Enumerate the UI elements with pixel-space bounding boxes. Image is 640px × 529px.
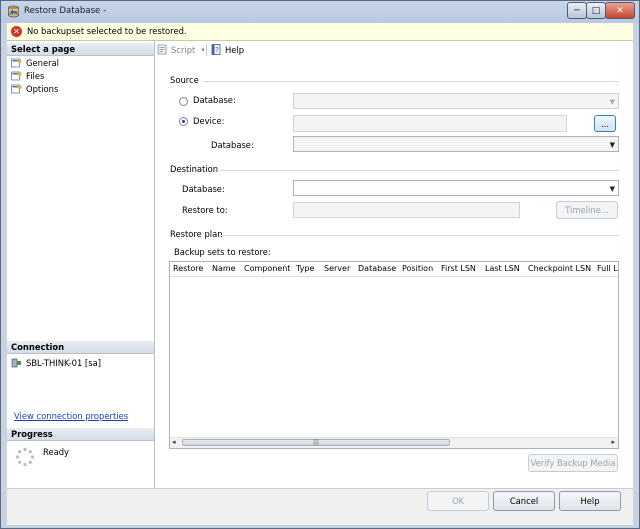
select-page-header: Select a page xyxy=(7,43,154,56)
column-header[interactable]: Full LS xyxy=(597,264,618,273)
database-radio-label: Database: xyxy=(193,95,236,105)
page-icon xyxy=(11,58,22,68)
left-pane: Select a page General Files Options Conn… xyxy=(7,41,155,488)
help-button[interactable]: Help xyxy=(559,491,621,511)
minimize-button[interactable]: ─ xyxy=(567,2,587,19)
device-database-select[interactable]: ▼ xyxy=(293,136,619,152)
script-icon xyxy=(157,44,167,55)
chevron-down-icon: ▼ xyxy=(609,185,615,193)
title-bar[interactable]: Restore Database - ─ □ ✕ xyxy=(1,1,639,23)
page-item-general[interactable]: General xyxy=(11,57,59,69)
destination-section-label: Destination xyxy=(170,164,219,174)
column-header[interactable]: Position xyxy=(402,264,433,273)
grid-header: Restore Name Component Type Server Datab… xyxy=(170,262,618,277)
close-icon: ✕ xyxy=(616,5,624,16)
page-item-label: Files xyxy=(26,71,45,81)
connection-server: SBL-THINK-01 [sa] xyxy=(11,357,101,369)
database-radio[interactable] xyxy=(179,97,188,106)
page-icon xyxy=(11,71,22,81)
maximize-icon: □ xyxy=(591,5,601,16)
restore-database-window: Restore Database - ─ □ ✕ ✕ No backupset … xyxy=(0,0,640,529)
scroll-right-icon[interactable]: ▸ xyxy=(611,438,615,446)
restore-plan-separator xyxy=(219,235,619,236)
window-title: Restore Database - xyxy=(24,6,107,16)
dialog-button-bar: OK Cancel Help xyxy=(7,488,633,525)
script-button[interactable]: Script ▾ xyxy=(157,44,205,55)
verify-backup-media-button[interactable]: Verify Backup Media xyxy=(528,454,618,472)
view-connection-properties-link[interactable]: View connection properties xyxy=(14,411,128,421)
device-radio-label: Device: xyxy=(193,116,225,126)
column-header[interactable]: Restore xyxy=(173,264,203,273)
scroll-left-icon[interactable]: ◂ xyxy=(172,438,176,446)
toolbar-divider xyxy=(206,44,207,56)
browse-device-button[interactable]: ... xyxy=(594,115,616,132)
page-item-label: Options xyxy=(26,84,59,94)
destination-database-select[interactable]: ▼ xyxy=(293,180,619,196)
page-item-label: General xyxy=(26,58,60,68)
script-dropdown-icon[interactable]: ▾ xyxy=(201,46,205,54)
database-restore-icon xyxy=(8,5,19,18)
restore-plan-section-label: Restore plan xyxy=(170,229,223,239)
server-connection-icon xyxy=(11,358,21,368)
close-button[interactable]: ✕ xyxy=(605,2,635,19)
ok-button[interactable]: OK xyxy=(427,491,489,511)
restore-to-field[interactable] xyxy=(293,202,520,218)
toolbar: Script ▾ ? Help xyxy=(155,41,633,59)
source-database-select[interactable]: ▼ xyxy=(293,93,619,109)
backup-sets-grid[interactable]: Restore Name Component Type Server Datab… xyxy=(169,261,619,449)
column-header[interactable]: Database xyxy=(358,264,396,273)
destination-database-label: Database: xyxy=(182,184,225,194)
horizontal-scrollbar[interactable]: ◂ ||| ▸ xyxy=(170,437,618,448)
help-icon: ? xyxy=(211,44,221,55)
column-header[interactable]: Name xyxy=(212,264,236,273)
progress-status: Ready xyxy=(43,447,69,457)
svg-text:?: ? xyxy=(215,46,219,54)
chevron-down-icon: ▼ xyxy=(609,141,615,149)
backup-sets-label: Backup sets to restore: xyxy=(174,247,271,257)
minimize-icon: ─ xyxy=(574,5,580,16)
source-separator xyxy=(203,81,619,82)
progress-header: Progress xyxy=(7,428,154,441)
source-device-database-label: Database: xyxy=(211,140,254,150)
message-text: No backupset selected to be restored. xyxy=(27,26,187,36)
column-header[interactable]: First LSN xyxy=(441,264,476,273)
scroll-thumb[interactable]: ||| xyxy=(182,439,450,446)
error-icon: ✕ xyxy=(11,26,22,37)
device-path-field[interactable] xyxy=(293,115,567,132)
source-section-label: Source xyxy=(170,75,199,85)
help-toolbar-button[interactable]: ? Help xyxy=(211,44,244,55)
column-header[interactable]: Last LSN xyxy=(485,264,520,273)
column-header[interactable]: Checkpoint LSN xyxy=(528,264,591,273)
page-item-options[interactable]: Options xyxy=(11,83,58,95)
page-item-files[interactable]: Files xyxy=(11,70,44,82)
column-header[interactable]: Component xyxy=(244,264,290,273)
column-header[interactable]: Type xyxy=(296,264,314,273)
maximize-button[interactable]: □ xyxy=(586,2,606,19)
device-radio[interactable] xyxy=(179,117,188,126)
column-header[interactable]: Server xyxy=(324,264,350,273)
cancel-button[interactable]: Cancel xyxy=(493,491,555,511)
message-bar: ✕ No backupset selected to be restored. xyxy=(7,23,633,41)
script-label: Script xyxy=(171,44,196,55)
help-toolbar-label: Help xyxy=(225,44,245,55)
page-icon xyxy=(11,84,22,94)
main-pane: Script ▾ ? Help Source Database: ▼ Devic… xyxy=(155,41,633,488)
timeline-button[interactable]: Timeline... xyxy=(556,201,618,219)
restore-to-label: Restore to: xyxy=(182,205,228,215)
chevron-down-icon: ▼ xyxy=(609,98,615,106)
progress-spinner-icon xyxy=(15,447,35,467)
destination-separator xyxy=(219,170,619,171)
connection-server-label: SBL-THINK-01 [sa] xyxy=(26,358,101,368)
connection-header: Connection xyxy=(7,341,154,354)
